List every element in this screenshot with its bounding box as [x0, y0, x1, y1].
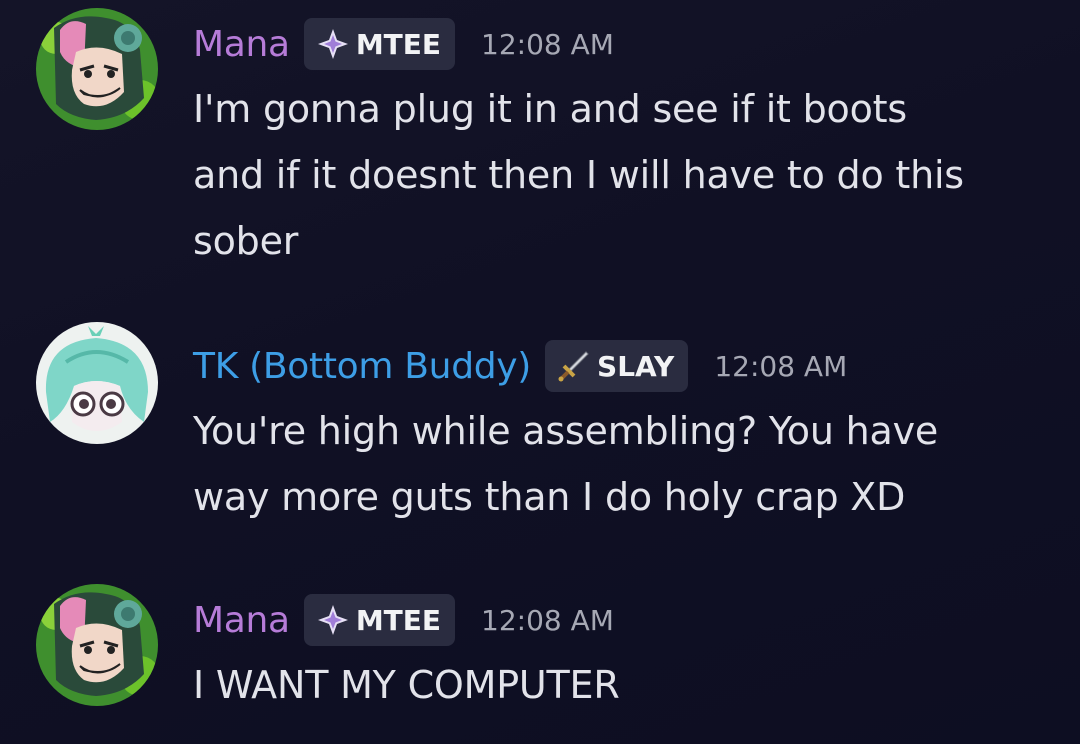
user-avatar-tk[interactable] [36, 322, 158, 444]
message-text-line: I WANT MY COMPUTER [193, 663, 620, 707]
user-avatar-mana[interactable] [36, 584, 158, 706]
message-text-line: I'm gonna plug it in and see if it boots [193, 87, 907, 131]
sword-icon [558, 351, 589, 382]
chat-message: Mana MTEE 12:08 AM I'm gonna plug it in … [0, 0, 1080, 300]
sparkle-icon [317, 29, 348, 59]
message-text-line: and if it doesnt then I will have to do … [193, 153, 964, 197]
username[interactable]: Mana [193, 24, 290, 65]
user-avatar-mana[interactable] [36, 8, 158, 130]
avatar-image [36, 8, 158, 130]
avatar-image [36, 584, 158, 706]
message-content: I WANT MY COMPUTER [193, 652, 1063, 718]
message-header: Mana MTEE 12:08 AM [193, 16, 614, 72]
role-tag[interactable]: MTEE [303, 18, 456, 70]
timestamp[interactable]: 12:08 AM [481, 604, 614, 637]
message-text-line: sober [193, 219, 299, 263]
chat-message: Mana MTEE 12:08 AM I WANT MY COMPUTER [0, 576, 1080, 744]
message-text-line: way more guts than I do holy crap XD [193, 475, 906, 519]
chat-message: TK (Bottom Buddy) SLAY 12:08 AM You're h… [0, 316, 1080, 556]
username[interactable]: TK (Bottom Buddy) [193, 346, 531, 387]
role-tag-label: SLAY [597, 349, 675, 383]
username[interactable]: Mana [193, 600, 290, 641]
message-header: TK (Bottom Buddy) SLAY 12:08 AM [193, 338, 847, 394]
role-tag-label: MTEE [355, 27, 442, 61]
timestamp[interactable]: 12:08 AM [714, 350, 847, 383]
timestamp[interactable]: 12:08 AM [481, 28, 614, 61]
role-tag[interactable]: MTEE [303, 594, 456, 646]
sparkle-icon [317, 605, 348, 635]
message-content: I'm gonna plug it in and see if it boots… [193, 76, 1063, 274]
role-tag-label: MTEE [355, 603, 442, 637]
message-header: Mana MTEE 12:08 AM [193, 592, 614, 648]
avatar-image [36, 322, 158, 444]
message-text-line: You're high while assembling? You have [193, 409, 939, 453]
role-tag[interactable]: SLAY [545, 340, 689, 392]
message-content: You're high while assembling? You have w… [193, 398, 1063, 530]
